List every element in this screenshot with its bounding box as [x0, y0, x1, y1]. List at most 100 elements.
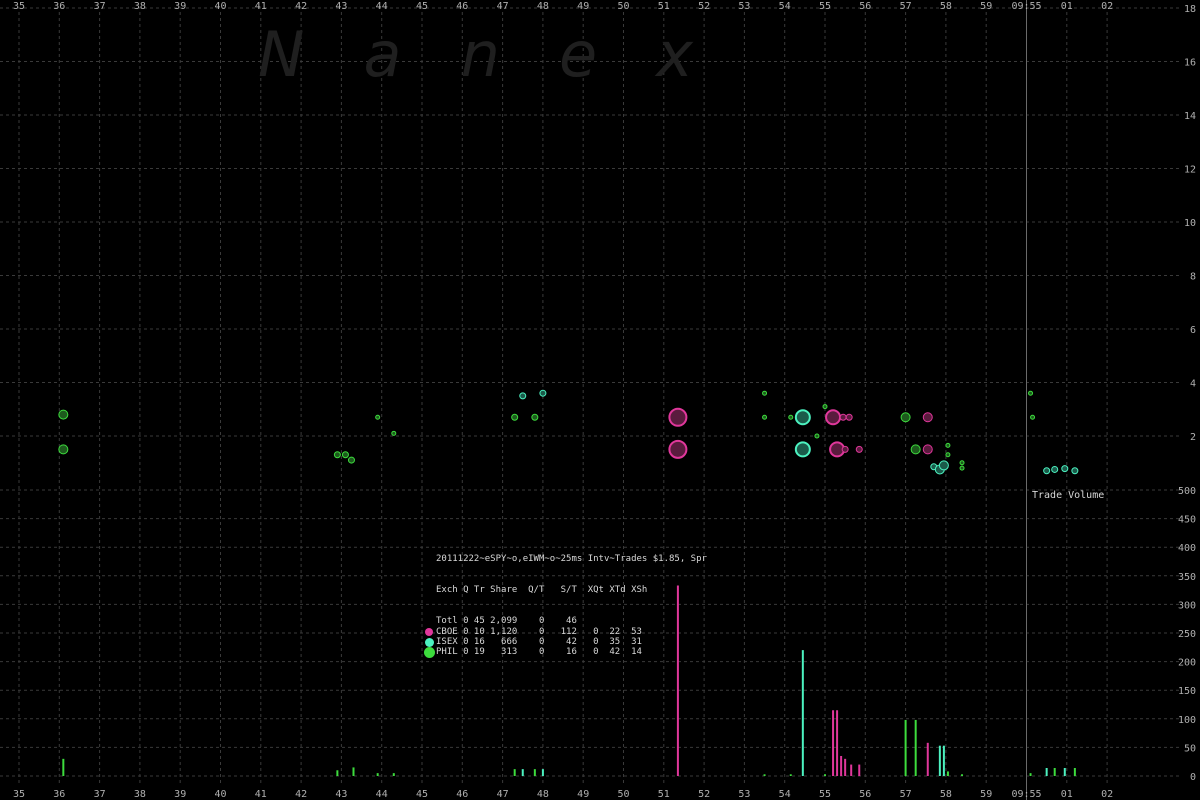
- x-tick-label-bottom: 51: [658, 789, 670, 800]
- x-tick-label-top: 46: [456, 1, 468, 12]
- stats-row-text: PHIL 0 19 313 0 16 0 42 14: [436, 647, 642, 658]
- x-tick-label-top: 43: [335, 1, 347, 12]
- trade-marker: [841, 445, 849, 453]
- x-tick-label-bottom: 52: [698, 789, 710, 800]
- trade-marker: [788, 414, 794, 420]
- trade-marker: [1043, 467, 1051, 475]
- trade-marker: [347, 456, 355, 464]
- trade-marker: [762, 414, 768, 420]
- x-tick-label-bottom: 40: [214, 789, 226, 800]
- x-tick-label-bottom: 59: [980, 789, 992, 800]
- trade-marker: [945, 452, 951, 458]
- volume-tick-label: 100: [1178, 715, 1196, 726]
- x-tick-label-bottom: 45: [416, 789, 428, 800]
- trade-marker: [839, 413, 847, 421]
- volume-tick-label: 450: [1178, 515, 1196, 526]
- x-tick-label-top: 59: [980, 1, 992, 12]
- volume-tick-label: 400: [1178, 543, 1196, 554]
- x-tick-label-top: 41: [255, 1, 267, 12]
- x-tick-label-top: 36: [53, 1, 65, 12]
- x-tick-label-top: 42: [295, 1, 307, 12]
- x-tick-label-bottom: 43: [335, 789, 347, 800]
- x-tick-label-bottom: 56: [859, 789, 871, 800]
- x-tick-label-bottom: 36: [53, 789, 65, 800]
- x-tick-label-top: 55: [819, 1, 831, 12]
- price-tick-label: 8: [1190, 272, 1196, 283]
- price-tick-label: 6: [1190, 325, 1196, 336]
- trade-marker: [341, 451, 349, 459]
- trade-marker: [668, 439, 688, 459]
- trade-markers: [58, 389, 1079, 475]
- x-tick-label-bottom: 02: [1101, 789, 1113, 800]
- x-tick-label-top: 53: [738, 1, 750, 12]
- trade-marker: [845, 413, 853, 421]
- x-tick-label-top: 58: [940, 1, 952, 12]
- exchange-marker-icon: [425, 627, 433, 636]
- x-tick-label-top: 38: [134, 1, 146, 12]
- trade-marker: [1030, 414, 1036, 420]
- stats-row-totl: Totl 0 45 2,099 0 46: [424, 616, 577, 626]
- trade-marker: [1061, 465, 1069, 473]
- volume-axis-label: Trade Volume: [1032, 490, 1104, 501]
- x-tick-label-top: 01: [1061, 1, 1073, 12]
- trade-marker: [511, 413, 519, 421]
- trade-marker: [794, 409, 811, 426]
- stats-row-phil: PHIL 0 19 313 0 16 0 42 14: [423, 646, 642, 658]
- stats-row-text: Totl 0 45 2,099 0 46: [436, 616, 577, 627]
- grid: [0, 0, 1180, 800]
- x-tick-label-bottom: 41: [255, 789, 267, 800]
- trade-marker: [333, 451, 341, 459]
- stats-header: 20111222~eSPY~o,eIWM~o~25ms Intv~Trades …: [436, 553, 707, 564]
- x-tick-label-top: 54: [779, 1, 791, 12]
- trade-marker: [531, 413, 539, 421]
- x-tick-label-bottom: 46: [456, 789, 468, 800]
- trade-marker: [922, 444, 933, 455]
- volume-tick-label: 500: [1178, 486, 1196, 497]
- trade-marker: [58, 409, 69, 420]
- exchange-marker-icon: [423, 646, 435, 658]
- x-tick-label-bottom: 01: [1061, 789, 1073, 800]
- volume-tick-label: 300: [1178, 600, 1196, 611]
- x-tick-label-bottom: 47: [497, 789, 509, 800]
- x-tick-label-bottom: 49: [577, 789, 589, 800]
- x-tick-label-top: 02: [1101, 1, 1113, 12]
- x-tick-label-bottom: 09:55: [1011, 789, 1041, 800]
- trade-chart: N a n e x 35 36 37 38 39 40 41 42 43 44 45 46 47 48 49…: [0, 0, 1196, 800]
- stats-row-isex: ISEX 0 16 666 0 42 0 35 31: [424, 637, 642, 647]
- x-tick-label-bottom: 58: [940, 789, 952, 800]
- x-tick-label-top: 09:55: [1011, 1, 1041, 12]
- volume-tick-label: 250: [1178, 629, 1196, 640]
- stats-columns: Exch Q Tr Share Q/T S/T XQt XTd XSh: [436, 585, 648, 596]
- trade-marker: [855, 445, 863, 453]
- nanex-watermark: N a n e x: [258, 18, 694, 91]
- trade-marker: [58, 444, 69, 455]
- trade-marker: [1071, 467, 1079, 475]
- trade-marker: [539, 389, 547, 397]
- volume-bars: [62, 585, 1076, 776]
- stats-row-cboe: CBOE 0 10 1,120 0 112 0 22 53: [424, 627, 642, 637]
- x-axis-ticks: 35 36 37 38 39 40 41 42 43 44 45 46 47 48 49 50 51 52 53 54…: [13, 1, 1113, 800]
- x-tick-label-bottom: 44: [376, 789, 388, 800]
- x-tick-label-top: 37: [94, 1, 106, 12]
- price-tick-label: 10: [1184, 218, 1196, 229]
- trade-marker: [794, 441, 811, 458]
- volume-tick-label: 50: [1184, 743, 1196, 754]
- volume-tick-label: 350: [1178, 572, 1196, 583]
- x-tick-label-top: 45: [416, 1, 428, 12]
- trade-marker: [519, 392, 527, 400]
- price-tick-label: 2: [1190, 432, 1196, 443]
- trade-marker: [959, 465, 965, 471]
- trade-marker: [945, 442, 951, 448]
- x-tick-label-top: 40: [214, 1, 226, 12]
- x-tick-label-top: 35: [13, 1, 25, 12]
- x-tick-label-top: 48: [537, 1, 549, 12]
- x-tick-label-bottom: 57: [900, 789, 912, 800]
- trade-marker: [900, 412, 911, 423]
- price-tick-label: 12: [1184, 165, 1196, 176]
- price-tick-label: 14: [1184, 111, 1196, 122]
- x-tick-label-bottom: 38: [134, 789, 146, 800]
- x-tick-label-top: 50: [617, 1, 629, 12]
- x-tick-label-bottom: 54: [779, 789, 791, 800]
- trade-marker: [922, 412, 933, 423]
- x-tick-label-top: 49: [577, 1, 589, 12]
